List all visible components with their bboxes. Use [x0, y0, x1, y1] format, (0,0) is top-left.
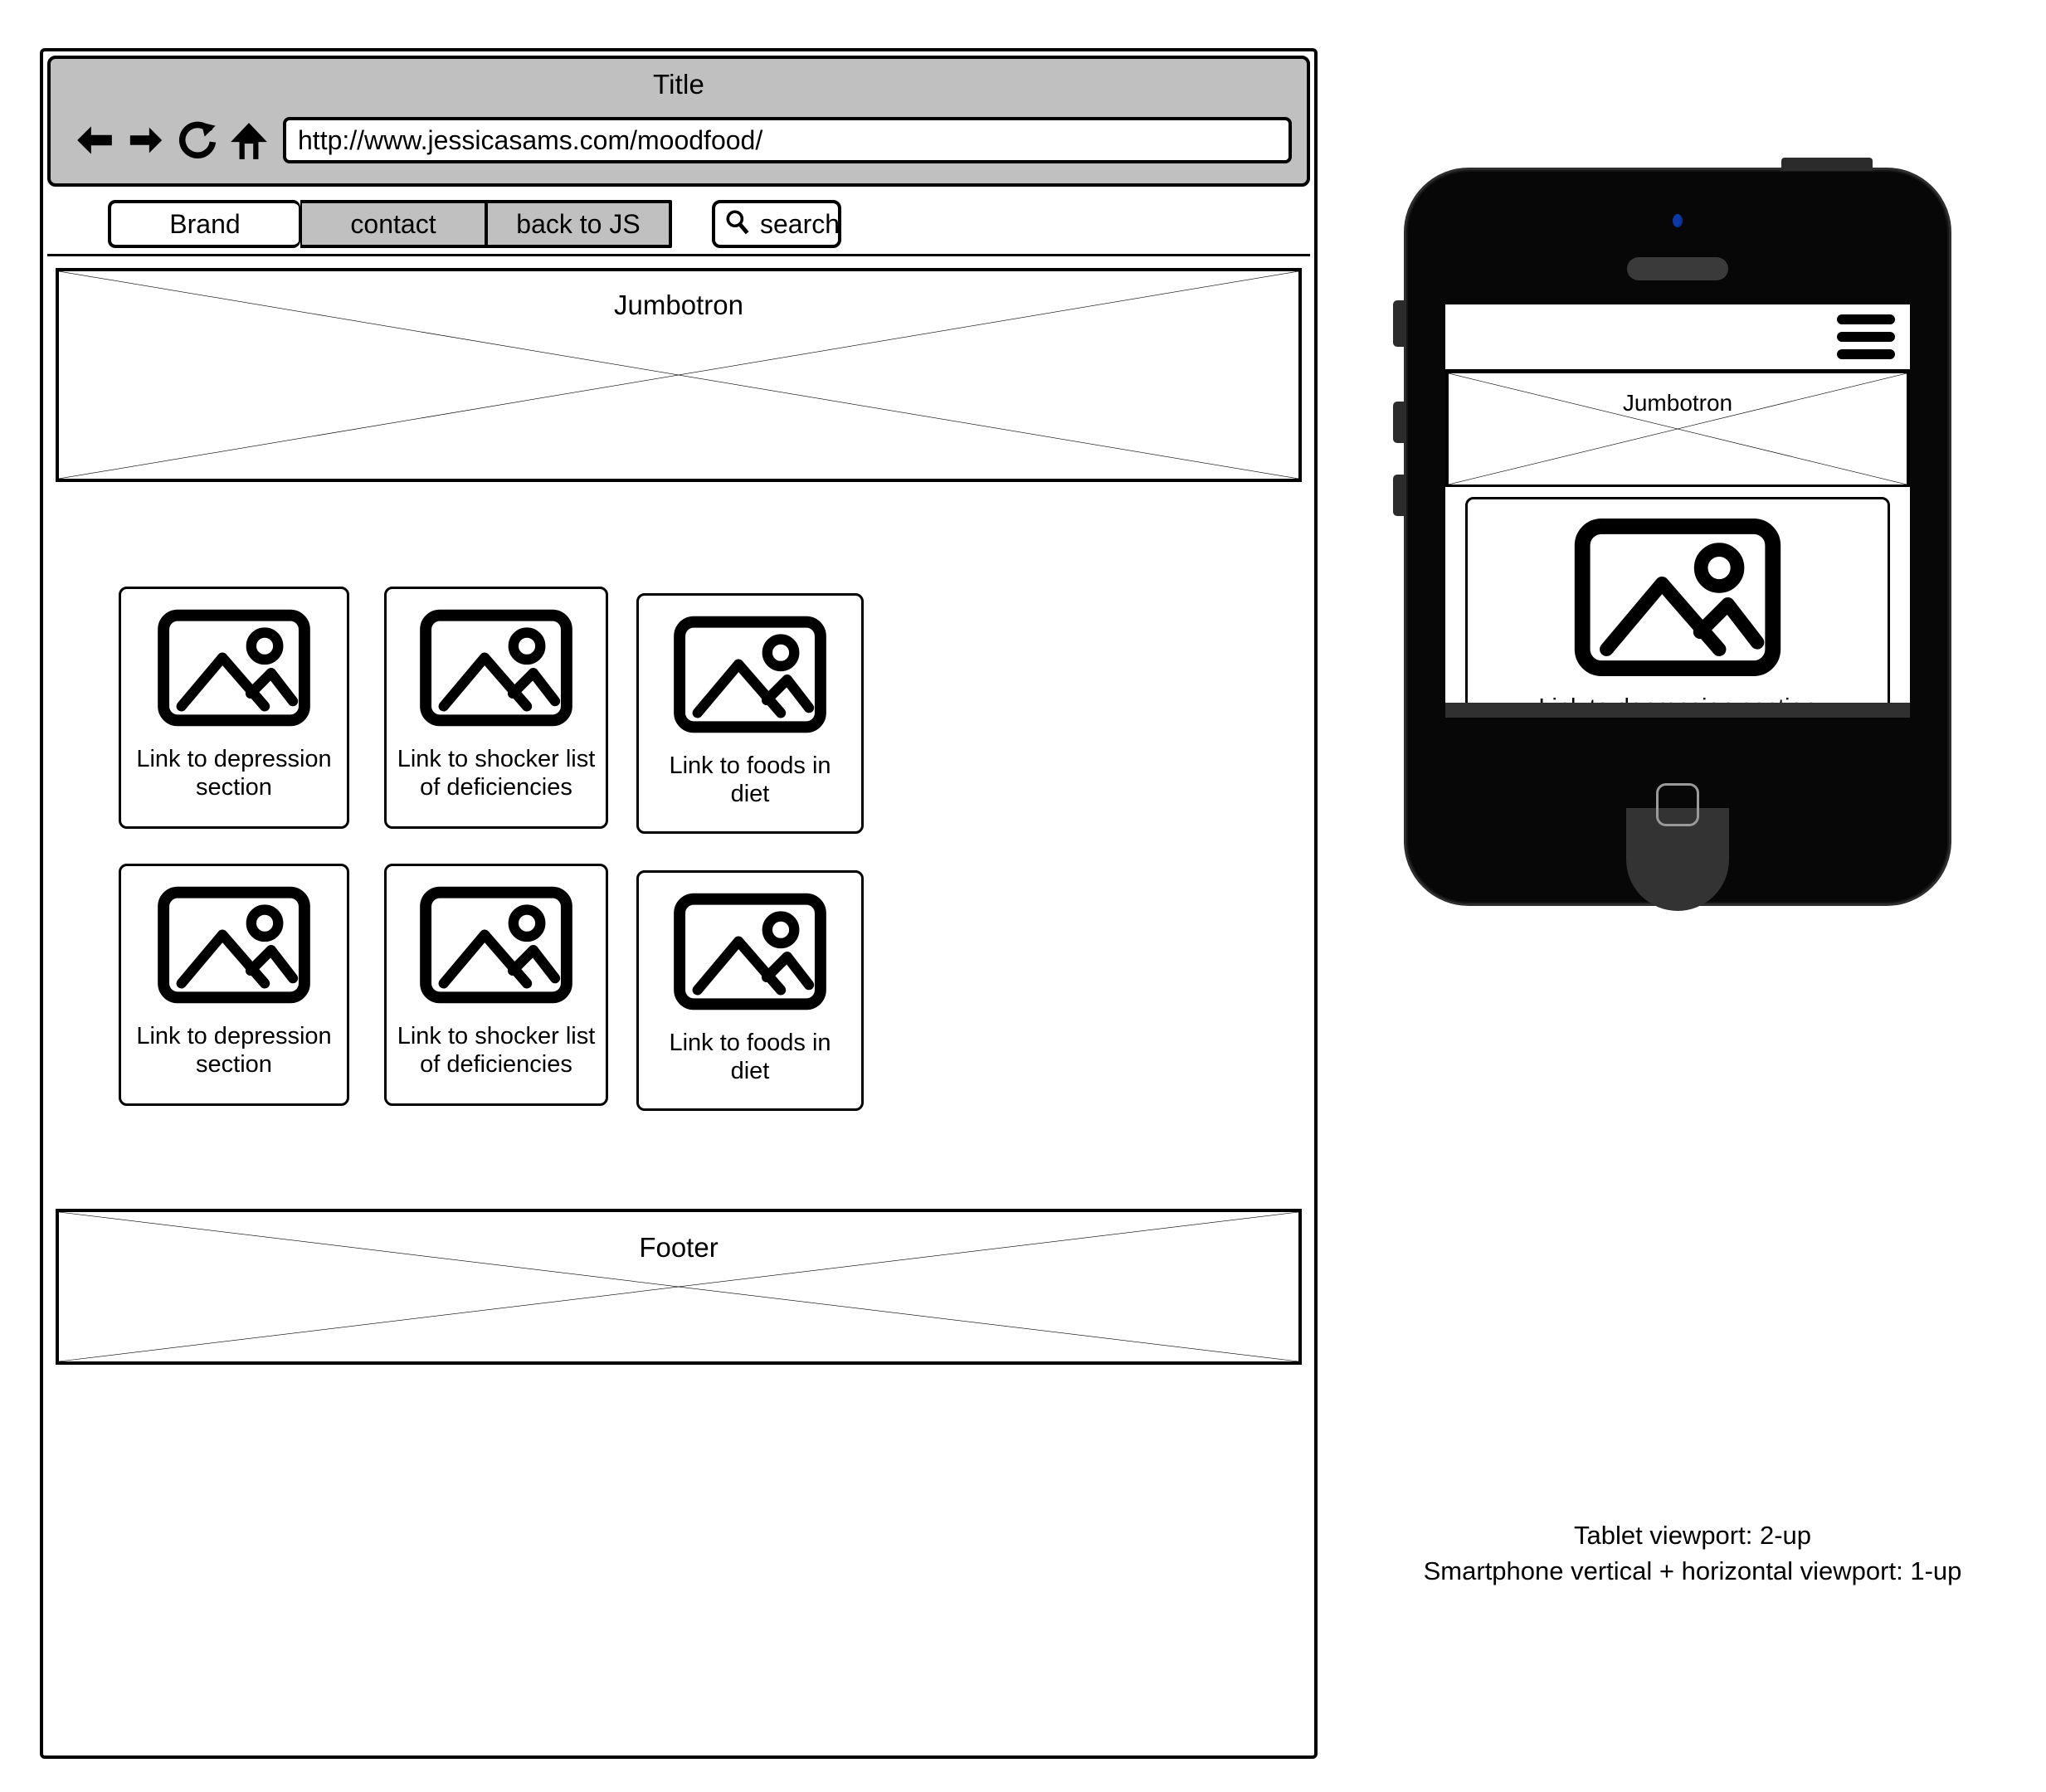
phone-volume-up-button[interactable]	[1393, 402, 1405, 443]
reload-button[interactable]	[172, 114, 223, 166]
card-label: Link to shocker list of deficiencies	[397, 746, 596, 801]
phone-navigation-bar	[1445, 304, 1910, 371]
card-label: Link to depression section	[136, 746, 332, 801]
home-button[interactable]	[223, 114, 275, 166]
caption-line-tablet: Tablet viewport: 2-up	[1573, 1521, 1812, 1550]
caption-line-smartphone: Smartphone vertical + horizontal viewpor…	[1423, 1556, 1962, 1585]
image-placeholder-icon	[153, 886, 314, 1004]
card-label: Link to foods in diet	[669, 752, 831, 808]
card-link-foods[interactable]: Link to foods in diet	[636, 870, 864, 1111]
nav-item-back-to-js-label: back to JS	[516, 208, 641, 239]
card-link-depression[interactable]: Link to depression section	[119, 864, 349, 1106]
nav-item-contact-label: contact	[350, 208, 436, 239]
browser-toolbar: http://www.jessicasams.com/moodfood/	[51, 105, 1307, 173]
url-text: http://www.jessicasams.com/moodfood/	[298, 124, 763, 155]
card-row: Link to depression section Link to shock…	[117, 864, 1280, 1111]
url-bar[interactable]: http://www.jessicasams.com/moodfood/	[283, 117, 1292, 163]
search-icon	[723, 208, 752, 241]
card-label: Link to foods in diet	[669, 1030, 831, 1085]
hamburger-bar	[1837, 332, 1895, 342]
footer-label: Footer	[639, 1232, 719, 1263]
hamburger-menu-icon[interactable]	[1837, 314, 1895, 359]
nav-item-brand[interactable]: Brand	[108, 200, 300, 248]
phone-volume-down-button[interactable]	[1393, 475, 1405, 516]
phone-earpiece-speaker	[1627, 257, 1728, 280]
card-link-deficiencies[interactable]: Link to shocker list of deficiencies	[384, 587, 608, 829]
phone-card-label: Link to depression section	[1530, 694, 1824, 703]
phone-silent-switch[interactable]	[1393, 300, 1405, 347]
browser-title: Title	[652, 69, 705, 100]
card-label: Link to shocker list of deficiencies	[397, 1023, 596, 1079]
card-link-deficiencies[interactable]: Link to shocker list of deficiencies	[384, 864, 608, 1106]
site-navigation-bar: Brand contact back to JS search	[43, 197, 1314, 251]
browser-window: Title http://www.jessicasams.com/moodfoo…	[40, 48, 1318, 1759]
smartphone-mockup: Jumbotron Link to depression section	[1393, 158, 1951, 911]
nav-item-contact[interactable]: contact	[300, 200, 486, 248]
card-link-depression[interactable]: Link to depression section	[119, 587, 349, 829]
nav-item-brand-label: Brand	[169, 208, 241, 239]
viewport-caption: Tablet viewport: 2-up Smartphone vertica…	[1352, 1518, 2033, 1590]
image-placeholder-icon	[153, 609, 314, 727]
phone-power-button[interactable]	[1781, 158, 1873, 171]
phone-jumbotron-placeholder: Jumbotron	[1445, 371, 1910, 487]
phone-front-camera	[1673, 214, 1683, 227]
jumbotron-placeholder: Jumbotron	[56, 268, 1302, 482]
footer-placeholder: Footer	[56, 1209, 1302, 1365]
phone-jumbotron-label: Jumbotron	[1622, 390, 1733, 416]
card-grid: Link to depression section Link to shock…	[117, 587, 1280, 1126]
browser-chrome: Title http://www.jessicasams.com/moodfoo…	[47, 56, 1310, 187]
search-placeholder-label: search	[760, 208, 840, 239]
hamburger-bar	[1837, 314, 1895, 324]
image-placeholder-icon	[670, 616, 831, 733]
phone-home-button[interactable]	[1656, 783, 1699, 826]
jumbotron-label: Jumbotron	[614, 290, 743, 320]
phone-card-link-depression[interactable]: Link to depression section	[1465, 497, 1890, 703]
phone-screen-bottom-bezel	[1445, 703, 1910, 718]
phone-card-list: Link to depression section	[1445, 487, 1910, 703]
search-input[interactable]: search	[712, 200, 841, 248]
nav-item-back-to-js[interactable]: back to JS	[486, 200, 672, 248]
image-placeholder-icon	[1569, 518, 1786, 677]
forward-button[interactable]	[120, 114, 172, 166]
image-placeholder-icon	[416, 886, 577, 1004]
phone-screen: Jumbotron Link to depression section	[1445, 304, 1910, 703]
hamburger-bar	[1837, 349, 1895, 359]
card-row: Link to depression section Link to shock…	[117, 587, 1280, 834]
image-placeholder-icon	[670, 893, 831, 1010]
back-button[interactable]	[69, 114, 120, 166]
card-label: Link to depression section	[136, 1023, 332, 1079]
image-placeholder-icon	[416, 609, 577, 727]
page-content: Jumbotron Link to depression section Lin…	[47, 254, 1310, 1751]
card-link-foods[interactable]: Link to foods in diet	[636, 593, 864, 834]
